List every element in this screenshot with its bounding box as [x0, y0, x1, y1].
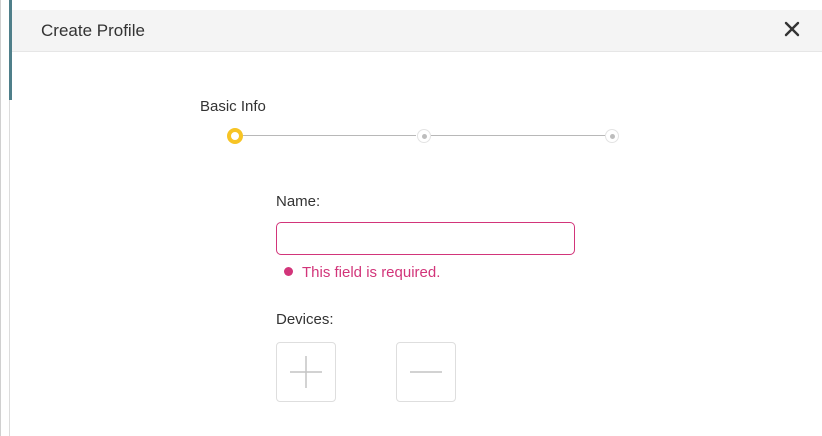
remove-device-button[interactable] [396, 342, 456, 402]
close-button[interactable] [781, 18, 803, 40]
close-icon [784, 21, 800, 37]
step-label-basic-info: Basic Info [200, 98, 266, 115]
plus-icon [290, 356, 322, 388]
error-text: This field is required. [302, 264, 441, 281]
name-label: Name: [276, 193, 321, 210]
add-device-button[interactable] [276, 342, 336, 402]
step-indicator-1-active [227, 128, 243, 144]
dialog-header: Create Profile [12, 10, 822, 52]
create-profile-dialog: Create Profile Basic Info Name: This fie… [0, 0, 822, 436]
devices-label: Devices: [276, 311, 334, 328]
step-indicator-2 [417, 129, 431, 143]
error-bullet-icon [284, 267, 293, 276]
minus-icon [410, 371, 442, 373]
progress-stepper: Basic Info [200, 98, 640, 158]
name-input[interactable] [276, 222, 575, 255]
step-connector-2 [431, 135, 605, 136]
step-connector-1 [243, 135, 416, 136]
name-error-message: This field is required. [284, 264, 440, 281]
dialog-title: Create Profile [41, 21, 145, 40]
step-indicator-3 [605, 129, 619, 143]
